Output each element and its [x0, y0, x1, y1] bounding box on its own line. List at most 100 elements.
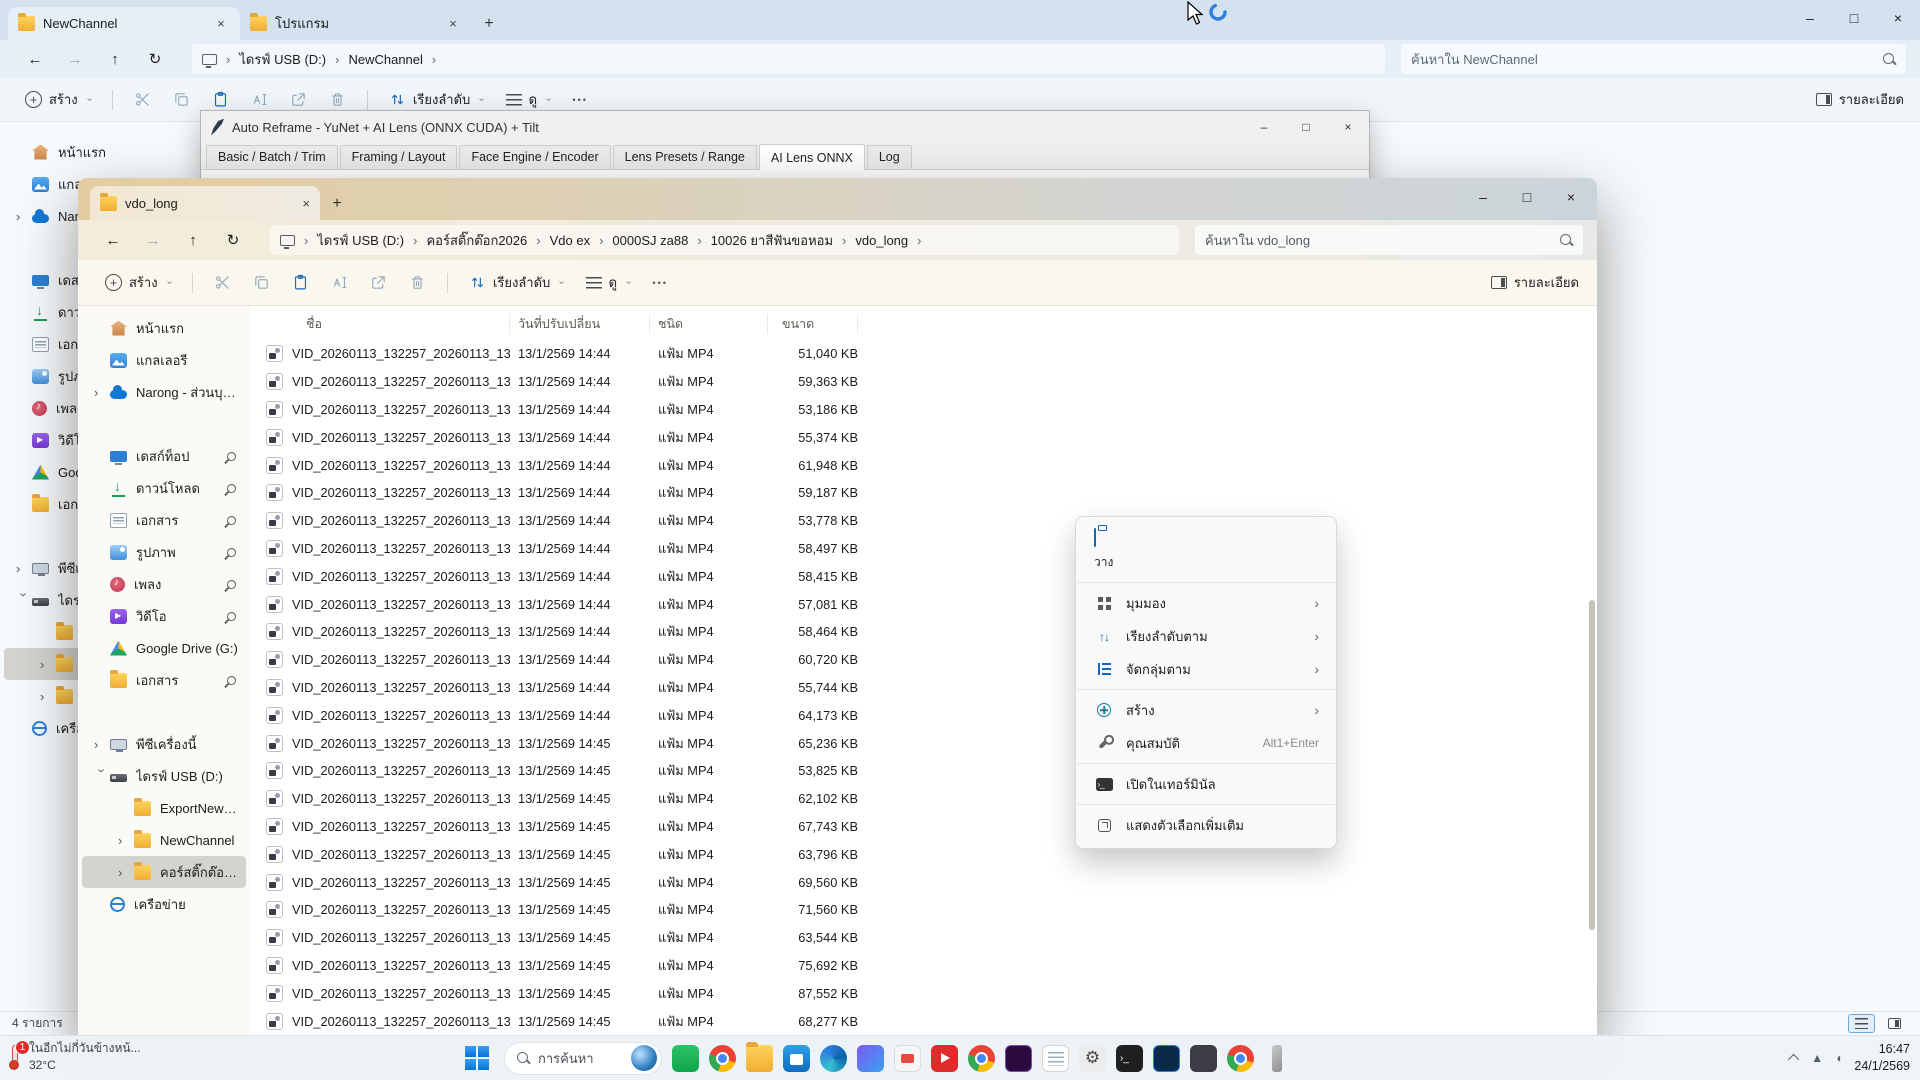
column-header-date[interactable]: วันที่ปรับเปลี่ยน: [510, 314, 650, 334]
chevron-icon[interactable]: ›: [118, 865, 134, 880]
file-row[interactable]: VID_20260113_132257_20260113_132919_9...…: [258, 507, 1597, 535]
sidebar-item[interactable]: วิดีโอ: [82, 600, 246, 632]
forward-icon[interactable]: →: [140, 232, 166, 249]
chevron-icon[interactable]: ›: [40, 657, 56, 672]
chevron-icon[interactable]: ›: [118, 833, 134, 848]
taskbar-app-icon[interactable]: [1042, 1045, 1069, 1072]
rename-button[interactable]: [322, 267, 357, 299]
file-row[interactable]: VID_20260113_132257_20260113_132919_9...…: [258, 757, 1597, 785]
sort-button[interactable]: เรียงลำดับ ›: [460, 267, 573, 299]
file-row[interactable]: VID_20260113_132257_20260113_132919_9...…: [258, 813, 1597, 841]
file-row[interactable]: VID_20260113_132257_20260113_132919_9...…: [258, 979, 1597, 1007]
breadcrumb-item[interactable]: ไดรฟ์ USB (D:): [317, 230, 404, 251]
sidebar-item[interactable]: หน้าแรก: [82, 312, 246, 344]
taskbar-app-icon[interactable]: [968, 1045, 995, 1072]
file-row[interactable]: VID_20260113_132257_20260113_132919_9...…: [258, 451, 1597, 479]
sidebar-item[interactable]: › NewChannel: [82, 824, 246, 856]
taskbar-app-icon[interactable]: [746, 1045, 773, 1072]
new-tab-button[interactable]: +: [472, 7, 506, 40]
context-menu-item[interactable]: แสดงตัวเลือกเพิ่มเติม: [1081, 809, 1331, 841]
taskbar-app-icon[interactable]: [857, 1045, 884, 1072]
back-icon[interactable]: ←: [22, 51, 48, 68]
breadcrumb[interactable]: › ไดรฟ์ USB (D:) › NewChannel ›: [192, 44, 1385, 74]
file-row[interactable]: VID_20260113_132257_20260113_132919_9...…: [258, 785, 1597, 813]
column-header-name[interactable]: ˆ ชื่อ: [258, 314, 510, 334]
copy-button[interactable]: [164, 84, 199, 116]
context-menu-item[interactable]: [1077, 804, 1335, 805]
search-input[interactable]: ค้นหาใน vdo_long: [1195, 225, 1583, 255]
up-icon[interactable]: ↑: [102, 51, 128, 68]
column-header-type[interactable]: ชนิด: [650, 314, 768, 334]
sidebar-item[interactable]: Google Drive (G:): [82, 632, 246, 664]
context-menu-item[interactable]: [1077, 689, 1335, 690]
taskbar-app-icon[interactable]: [1190, 1045, 1217, 1072]
context-menu-item[interactable]: สร้าง ›: [1081, 694, 1331, 726]
sidebar-item[interactable]: › ไดรฟ์ USB (D:): [82, 760, 246, 792]
breadcrumb-item[interactable]: 10026 ยาสีฟันขอหอม: [711, 230, 833, 251]
taskbar-app-icon[interactable]: [1227, 1045, 1254, 1072]
breadcrumb-item[interactable]: 0000SJ za88: [612, 233, 688, 248]
title-bar[interactable]: Auto Reframe - YuNet + AI Lens (ONNX CUD…: [201, 111, 1369, 143]
sidebar-item[interactable]: › พีซีเครื่องนี้: [82, 728, 246, 760]
sidebar-item[interactable]: เอกสาร: [82, 504, 246, 536]
file-row[interactable]: VID_20260113_132257_20260113_132919_9...…: [258, 423, 1597, 451]
sidebar-item[interactable]: เพลง: [82, 568, 246, 600]
taskbar-app-icon[interactable]: [1153, 1045, 1180, 1072]
minimize-button[interactable]: –: [1243, 111, 1285, 143]
context-menu-item[interactable]: คุณสมบัติ Alt1+Enter: [1081, 727, 1331, 759]
taskbar-app-icon[interactable]: [709, 1045, 736, 1072]
close-button[interactable]: ×: [1876, 0, 1920, 36]
context-menu-item[interactable]: [1077, 763, 1335, 764]
taskbar-app-icon[interactable]: [1005, 1045, 1032, 1072]
volume-icon[interactable]: ◖: [1835, 1051, 1842, 1065]
paste-button[interactable]: [283, 267, 318, 299]
tab-close-icon[interactable]: ×: [444, 16, 462, 31]
start-button[interactable]: [460, 1041, 494, 1075]
breadcrumb-item[interactable]: ไดรฟ์ USB (D:): [239, 49, 326, 70]
search-input[interactable]: ค้นหาใน NewChannel: [1401, 44, 1906, 74]
cut-button[interactable]: [125, 84, 160, 116]
breadcrumb-item[interactable]: Vdo ex: [550, 233, 590, 248]
chevron-icon[interactable]: ›: [94, 385, 110, 400]
clock[interactable]: 16:47 24/1/2569: [1854, 1041, 1910, 1075]
taskbar-app-icon[interactable]: [1116, 1045, 1143, 1072]
file-row[interactable]: VID_20260113_132257_20260113_132919_9...…: [258, 868, 1597, 896]
reframe-tab[interactable]: Lens Presets / Range: [613, 145, 757, 169]
file-row[interactable]: VID_20260113_132257_20260113_132919_9...…: [258, 535, 1597, 563]
taskbar-app-icon[interactable]: [894, 1045, 921, 1072]
sidebar-item[interactable]: เครือข่าย: [82, 888, 246, 920]
context-menu-item[interactable]: เรียงลำดับตาม ›: [1081, 620, 1331, 652]
maximize-button[interactable]: □: [1832, 0, 1876, 36]
reframe-tab[interactable]: Framing / Layout: [340, 145, 458, 169]
network-icon[interactable]: ▲: [1811, 1051, 1823, 1065]
chevron-icon[interactable]: ›: [95, 768, 110, 784]
up-icon[interactable]: ↑: [180, 232, 206, 249]
sidebar-item[interactable]: [82, 408, 246, 440]
copy-button[interactable]: [244, 267, 279, 299]
file-row[interactable]: VID_20260113_132257_20260113_132919_9...…: [258, 396, 1597, 424]
vertical-scrollbar[interactable]: [1587, 306, 1596, 1035]
sidebar-item[interactable]: หน้าแรก: [4, 136, 226, 168]
new-button[interactable]: + สร้าง ›: [16, 84, 100, 116]
chevron-icon[interactable]: ›: [17, 592, 32, 608]
taskbar-app-icon[interactable]: [820, 1045, 847, 1072]
paste-menu-button[interactable]: วาง: [1076, 523, 1336, 578]
close-button[interactable]: ×: [1549, 180, 1593, 214]
file-row[interactable]: VID_20260113_132257_20260113_132919_9...…: [258, 729, 1597, 757]
file-row[interactable]: VID_20260113_132257_20260113_132919_9...…: [258, 479, 1597, 507]
breadcrumb-item[interactable]: คอร์สติ๊กต๊อก2026: [426, 230, 527, 251]
view-button[interactable]: ดู ›: [577, 267, 640, 299]
file-row[interactable]: VID_20260113_132257_20260113_132919_9...…: [258, 562, 1597, 590]
taskbar-search[interactable]: การค้นหา: [504, 1042, 662, 1075]
sidebar-item[interactable]: [82, 696, 246, 728]
file-row[interactable]: VID_20260113_132257_20260113_132919_9...…: [258, 1007, 1597, 1035]
file-row[interactable]: VID_20260113_132257_20260113_132919_9...…: [258, 840, 1597, 868]
chevron-icon[interactable]: ›: [16, 209, 32, 224]
back-icon[interactable]: ←: [100, 232, 126, 249]
tab-close-icon[interactable]: ×: [302, 196, 310, 211]
scrollbar-thumb[interactable]: [1589, 600, 1595, 930]
breadcrumb-item[interactable]: vdo_long: [855, 233, 908, 248]
context-menu-item[interactable]: มุมมอง ›: [1081, 587, 1331, 619]
file-row[interactable]: VID_20260113_132257_20260113_132919_9...…: [258, 701, 1597, 729]
file-row[interactable]: VID_20260113_132257_20260113_132919_9...…: [258, 618, 1597, 646]
